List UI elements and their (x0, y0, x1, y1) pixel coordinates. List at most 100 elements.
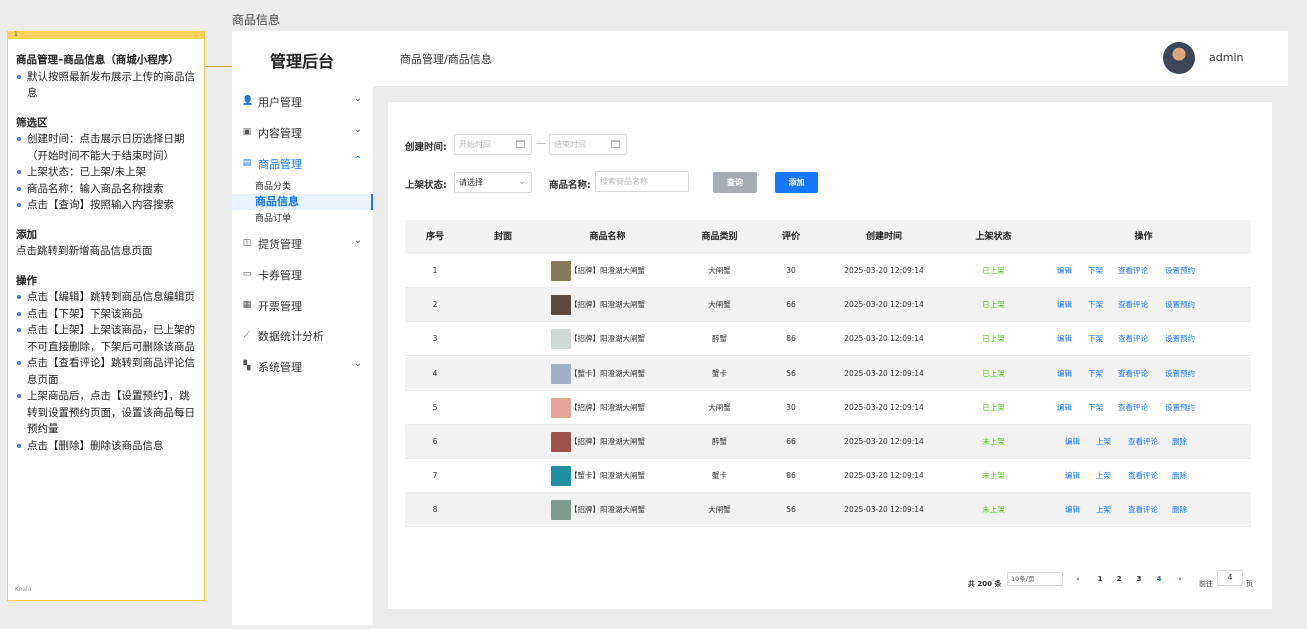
row-action-link[interactable]: 删除 (1172, 425, 1187, 459)
row-action-link[interactable]: 设置预约 (1165, 288, 1195, 322)
goto-page-input[interactable]: 4 (1217, 570, 1243, 586)
product-category: 醉蟹 (712, 334, 727, 343)
row-action-link[interactable]: 编辑 (1057, 391, 1072, 425)
created-time: 2025-03-20 12:09:14 (844, 334, 924, 343)
created-time: 2025-03-20 12:09:14 (844, 471, 924, 480)
row-action-link[interactable]: 下架 (1088, 254, 1103, 288)
status-select[interactable]: 请选择 ⌄ (454, 172, 532, 193)
add-button[interactable]: 添加 (775, 172, 818, 193)
row-index: 6 (432, 437, 438, 446)
row-action-link[interactable]: 上架 (1096, 459, 1111, 493)
product-rating: 66 (786, 437, 796, 446)
row-action-link[interactable]: 设置预约 (1165, 322, 1195, 356)
chevron-down-icon: ⌄ (353, 124, 362, 135)
sidebar-item[interactable]: ▤ 商品管理 ⌃ (232, 149, 373, 177)
product-name: 【招牌】阳澄湖大闸蟹 (570, 334, 645, 343)
row-action-link[interactable]: 下架 (1088, 391, 1103, 425)
row-action-link[interactable]: 设置预约 (1165, 254, 1195, 288)
invoice-icon: ▦ (242, 300, 252, 310)
product-name-placeholder: 搜索商品名称 (600, 177, 648, 186)
row-action-link[interactable]: 编辑 (1057, 254, 1072, 288)
row-action-link[interactable]: 查看评论 (1118, 254, 1148, 288)
row-action-link[interactable]: 设置预约 (1165, 357, 1195, 391)
table-row: 2 【招牌】阳澄湖大闸蟹 大闸蟹 66 2025-03-20 12:09:14 已上架 编辑… (405, 288, 1251, 322)
row-action-link[interactable]: 查看评论 (1118, 322, 1148, 356)
sidebar-item[interactable]: 👤 用户管理 ⌄ (232, 87, 373, 115)
row-action-link[interactable]: 查看评论 (1128, 493, 1158, 527)
product-rating: 66 (786, 300, 796, 309)
sidebar-subitem[interactable]: 商品信息 (232, 194, 373, 210)
product-category: 大闸蟹 (708, 403, 731, 412)
created-time: 2025-03-20 12:09:14 (844, 300, 924, 309)
avatar[interactable] (1163, 42, 1195, 74)
page-number[interactable]: 4 (1152, 572, 1166, 586)
table-row: 5 【招牌】阳澄湖大闸蟹 大闸蟹 30 2025-03-20 12:09:14 已上架 编辑… (405, 391, 1251, 425)
breadcrumb: 商品管理/商品信息 (400, 53, 492, 66)
row-action-link[interactable]: 删除 (1172, 459, 1187, 493)
row-index: 3 (432, 334, 438, 343)
row-action-link[interactable]: 查看评论 (1128, 425, 1158, 459)
row-action-link[interactable]: 编辑 (1057, 357, 1072, 391)
pickup-icon: ◫ (242, 238, 252, 248)
sidebar-item[interactable]: ▚ 系统管理 ⌄ (232, 352, 373, 380)
sidebar-item[interactable]: ▦ 开票管理 (232, 291, 373, 319)
note-heading: 添加 (16, 228, 37, 241)
row-action-link[interactable]: 查看评论 (1118, 288, 1148, 322)
table-header-cell: 封面 (493, 232, 512, 242)
row-action-link[interactable]: 设置预约 (1165, 391, 1195, 425)
grid-icon: ▚ (243, 361, 251, 371)
row-action-link[interactable]: 下架 (1088, 322, 1103, 356)
product-name-input[interactable]: 搜索商品名称 (595, 171, 689, 192)
query-button[interactable]: 查询 (713, 172, 757, 193)
row-action-link[interactable]: 编辑 (1065, 425, 1080, 459)
table-header-cell: 创建时间 (865, 232, 902, 242)
row-action-link[interactable]: 编辑 (1065, 459, 1080, 493)
sidebar-item[interactable]: ▭ 卡券管理 (232, 260, 373, 288)
status-badge: 已上架 (982, 334, 1005, 343)
note-heading: 商品管理–商品信息（商城小程序） (16, 54, 179, 66)
product-rating: 30 (786, 403, 796, 412)
status-label: 上架状态: (405, 180, 447, 191)
row-action-link[interactable]: 删除 (1172, 493, 1187, 527)
note-footer: Koala (15, 586, 32, 593)
sidebar-subitem[interactable]: 商品分类 (232, 179, 373, 195)
product-category: 醉蟹 (712, 437, 727, 446)
row-action-link[interactable]: 查看评论 (1118, 391, 1148, 425)
sidebar-item[interactable]: ▣ 内容管理 ⌄ (232, 118, 373, 146)
sidebar-item[interactable]: ◫ 提货管理 ⌄ (232, 229, 373, 257)
start-date-input[interactable]: 开始时间 (454, 134, 532, 155)
main-content: 创建时间: 开始时间 — 结束时间 上架状态: 请选择 ⌄ 商品名称: 搜索商品… (388, 102, 1272, 609)
table-row: 8 【招牌】阳澄湖大闸蟹 大闸蟹 56 2025-03-20 12:09:14 未上架 编辑… (405, 493, 1251, 527)
page-number[interactable]: 2 (1112, 572, 1126, 586)
total-count: 共 200 条 (968, 580, 1002, 588)
row-action-link[interactable]: 查看评论 (1118, 357, 1148, 391)
page-number[interactable]: 1 (1093, 572, 1107, 586)
product-category: 大闸蟹 (708, 505, 731, 514)
row-action-link[interactable]: 下架 (1088, 357, 1103, 391)
row-action-link[interactable]: 上架 (1096, 493, 1111, 527)
end-date-input[interactable]: 结束时间 (549, 134, 627, 155)
note-number: 1 (14, 31, 18, 38)
page-number[interactable]: 3 (1132, 572, 1146, 586)
page-size-select[interactable]: 10条/页 (1007, 572, 1063, 586)
row-action-link[interactable]: 编辑 (1057, 288, 1072, 322)
note-line: 上架状态：已上架/未上架 (16, 164, 196, 181)
page-unit-label: 页 (1246, 580, 1253, 588)
sidebar-subitem[interactable]: 商品订单 (232, 211, 373, 227)
row-action-link[interactable]: 编辑 (1065, 493, 1080, 527)
chevron-up-icon: ⌃ (353, 155, 362, 166)
row-action-link[interactable]: 上架 (1096, 425, 1111, 459)
note-line: 点击【查看评论】跳转到商品评论信息页面 (16, 355, 196, 388)
sidebar-item[interactable]: ⟋ 数据统计分析 (232, 321, 373, 349)
note-body: 商品管理–商品信息（商城小程序） 默认按照最新发布展示上传的商品信息 筛选区 创建时间… (8, 39, 204, 454)
next-page-button[interactable]: › (1173, 572, 1187, 586)
user-icon: 👤 (242, 96, 254, 106)
row-action-link[interactable]: 下架 (1088, 288, 1103, 322)
username[interactable]: admin (1209, 51, 1243, 64)
prev-page-button[interactable]: ‹ (1071, 572, 1085, 586)
row-action-link[interactable]: 编辑 (1057, 322, 1072, 356)
row-action-link[interactable]: 查看评论 (1128, 459, 1158, 493)
coupon-icon: ▭ (242, 269, 252, 279)
row-index: 8 (432, 505, 438, 514)
product-category: 大闸蟹 (708, 266, 731, 275)
